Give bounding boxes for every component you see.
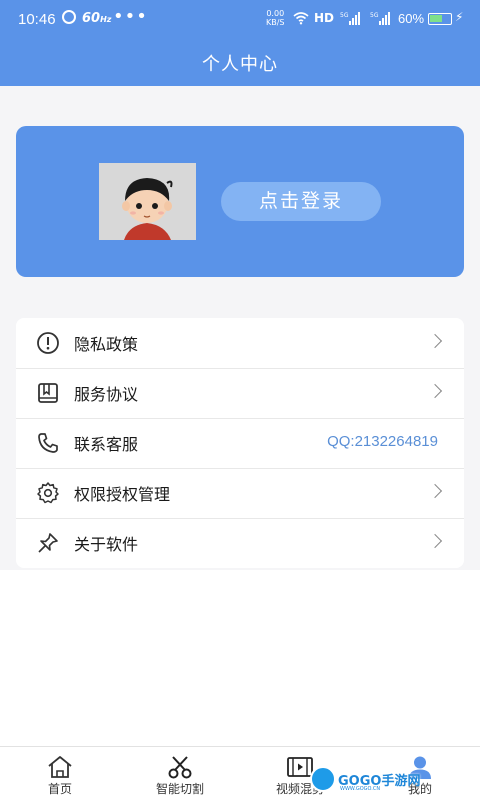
divider bbox=[16, 418, 464, 419]
signal-icon: 5G bbox=[340, 12, 360, 25]
nav-tab-home[interactable]: 首页 bbox=[30, 747, 90, 800]
chevron-right-icon bbox=[427, 383, 443, 399]
watermark-subtext: WWW.GOGO.CN bbox=[340, 786, 381, 792]
network-speed: 0.00 KB/S bbox=[266, 9, 285, 27]
more-notifications-icon: ••• bbox=[113, 6, 148, 27]
menu-item-service-agreement[interactable]: 服务协议 bbox=[16, 368, 464, 418]
gear-icon bbox=[37, 482, 59, 504]
watermark-logo: GOGO手游网 WWW.GOGO.CN bbox=[310, 766, 438, 794]
hd-indicator: HD bbox=[314, 11, 335, 25]
nav-label: 智能切割 bbox=[155, 782, 204, 796]
svg-text:5G: 5G bbox=[340, 12, 349, 19]
menu-item-about-software[interactable]: 关于软件 bbox=[16, 518, 464, 568]
charging-icon: ⚡ bbox=[455, 10, 464, 24]
alarm-icon bbox=[62, 10, 76, 24]
phone-icon bbox=[38, 433, 58, 453]
divider bbox=[16, 468, 464, 469]
menu-item-label: 关于软件 bbox=[74, 535, 139, 554]
menu-item-privacy-policy[interactable]: 隐私政策 bbox=[16, 318, 464, 368]
menu-item-contact-support[interactable]: 联系客服 QQ:2132264819 bbox=[16, 418, 464, 468]
menu-item-label: 权限授权管理 bbox=[74, 485, 171, 504]
avatar[interactable] bbox=[99, 163, 196, 240]
qq-contact-number[interactable]: QQ:2132264819 bbox=[327, 433, 438, 450]
home-icon bbox=[48, 756, 72, 778]
profile-card: 点击登录 bbox=[16, 126, 464, 277]
scissors-icon bbox=[168, 756, 192, 779]
watermark-logo-icon bbox=[310, 766, 336, 792]
refresh-rate-indicator: 60Hz bbox=[82, 11, 112, 26]
menu-item-permission-management[interactable]: 权限授权管理 bbox=[16, 468, 464, 518]
battery-percent: 60% bbox=[398, 11, 425, 26]
status-bar: 10:46 60Hz ••• 0.00 KB/S HD 5G 5G 60% ⚡ bbox=[0, 0, 480, 38]
menu-item-label: 联系客服 bbox=[74, 435, 139, 454]
page-title: 个人中心 bbox=[202, 54, 278, 75]
book-icon bbox=[38, 383, 58, 403]
nav-tab-smart-cut[interactable]: 智能切割 bbox=[140, 747, 220, 800]
battery-icon bbox=[428, 13, 452, 25]
divider bbox=[16, 518, 464, 519]
chevron-right-icon bbox=[427, 483, 443, 499]
info-circle-icon bbox=[37, 332, 59, 354]
divider bbox=[16, 368, 464, 369]
wifi-icon bbox=[293, 12, 309, 25]
menu-item-label: 服务协议 bbox=[74, 385, 139, 404]
status-time: 10:46 bbox=[18, 11, 56, 28]
nav-label: 首页 bbox=[47, 782, 72, 796]
avatar-image bbox=[99, 163, 196, 240]
login-button[interactable]: 点击登录 bbox=[221, 182, 381, 221]
svg-text:5G: 5G bbox=[370, 12, 379, 19]
pin-icon bbox=[38, 533, 58, 553]
chevron-right-icon bbox=[427, 533, 443, 549]
app-header: 10:46 60Hz ••• 0.00 KB/S HD 5G 5G 60% ⚡ 个… bbox=[0, 0, 480, 86]
menu-item-label: 隐私政策 bbox=[74, 335, 139, 354]
chevron-right-icon bbox=[427, 333, 443, 349]
settings-menu: 隐私政策 服务协议 联系客服 QQ:2132264819 权限授权管理 关于软件 bbox=[16, 318, 464, 568]
signal-icon: 5G bbox=[370, 12, 390, 25]
